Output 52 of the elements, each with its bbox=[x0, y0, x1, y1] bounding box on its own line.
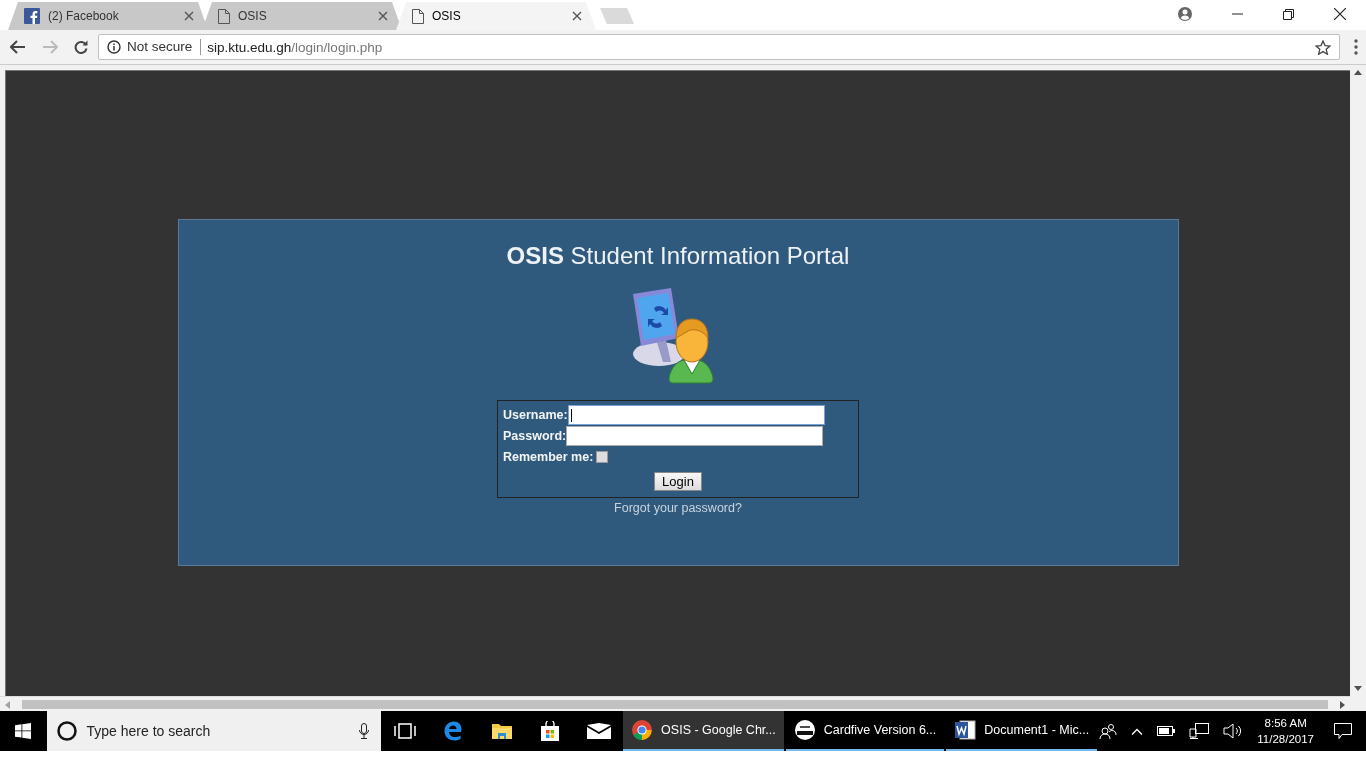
browser-tab[interactable]: OSIS bbox=[396, 2, 596, 30]
taskbar-app-button[interactable]: Cardfive Version 6... bbox=[785, 711, 945, 751]
people-icon[interactable] bbox=[1099, 723, 1118, 739]
scroll-up-icon[interactable] bbox=[1354, 70, 1362, 75]
portal-title: OSIS Student Information Portal bbox=[506, 242, 850, 270]
word-document-icon bbox=[954, 719, 977, 741]
chrome-icon bbox=[631, 719, 654, 741]
login-button[interactable]: Login bbox=[654, 472, 702, 491]
chevron-up-icon[interactable] bbox=[1131, 727, 1144, 735]
taskbar-app-button[interactable]: Document1 - Mic... bbox=[946, 711, 1098, 751]
menu-icon[interactable] bbox=[1354, 39, 1358, 55]
microphone-icon[interactable] bbox=[358, 723, 369, 739]
folder-icon[interactable] bbox=[490, 722, 513, 740]
field-label: Username: bbox=[503, 408, 568, 422]
taskbar-app-button[interactable]: OSIS - Google Chr... bbox=[623, 711, 784, 751]
restore-icon[interactable] bbox=[1283, 8, 1294, 20]
notification-icon[interactable] bbox=[1334, 723, 1352, 739]
scroll-down-icon[interactable] bbox=[1354, 686, 1362, 691]
checkbox-label: Remember me: bbox=[503, 450, 594, 464]
url-text: sip.ktu.edu.gh/login/login.php bbox=[207, 39, 384, 55]
clock[interactable]: 8:56 AM 11/28/2017 bbox=[1257, 715, 1314, 747]
task-view-icon[interactable] bbox=[393, 723, 416, 739]
reload-icon[interactable] bbox=[74, 40, 88, 54]
scroll-right-icon[interactable] bbox=[1340, 700, 1345, 709]
edge-browser-icon[interactable] bbox=[443, 721, 464, 741]
close-icon[interactable] bbox=[1334, 8, 1346, 20]
envelope-icon[interactable] bbox=[586, 723, 611, 739]
profile-icon[interactable] bbox=[1178, 7, 1192, 21]
horizontal-scrollbar[interactable] bbox=[0, 696, 1350, 712]
close-icon[interactable] bbox=[572, 11, 582, 21]
field-label: Password: bbox=[503, 429, 567, 443]
cortana-circle-icon bbox=[56, 721, 77, 741]
facebook-icon bbox=[24, 8, 40, 24]
username-field[interactable] bbox=[567, 405, 825, 425]
speaker-icon[interactable] bbox=[1223, 723, 1244, 739]
search-field[interactable]: Type here to search bbox=[46, 711, 381, 751]
security-label: Not secure bbox=[127, 39, 202, 55]
scrollbar-thumb[interactable] bbox=[22, 700, 1328, 709]
remember-checkbox[interactable] bbox=[596, 451, 609, 463]
battery-icon[interactable] bbox=[1157, 726, 1176, 736]
star-icon[interactable] bbox=[1315, 39, 1331, 55]
network-icon[interactable] bbox=[1189, 723, 1210, 739]
shopping-bag-icon[interactable] bbox=[540, 721, 561, 741]
windows-logo-icon[interactable] bbox=[15, 723, 32, 739]
info-icon bbox=[107, 40, 121, 54]
address-bar[interactable]: Not secure sip.ktu.edu.gh/login/login.php bbox=[98, 34, 1340, 60]
back-icon[interactable] bbox=[10, 40, 26, 54]
forgot-password-link[interactable]: Forgot your password? bbox=[614, 501, 742, 515]
card-logo-icon bbox=[793, 719, 816, 741]
document-icon bbox=[218, 8, 230, 24]
password-field[interactable] bbox=[566, 426, 824, 446]
document-icon bbox=[412, 8, 424, 24]
